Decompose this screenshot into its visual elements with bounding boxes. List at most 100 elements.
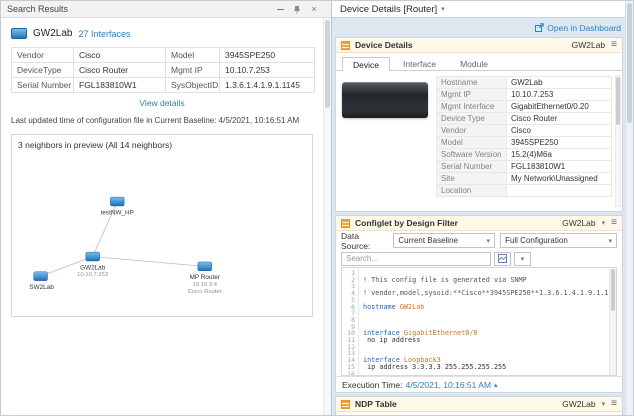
prop-row: SiteMy Network\Unassigned xyxy=(437,173,612,185)
export-button[interactable] xyxy=(494,252,511,266)
prop-row: Mgmt InterfaceGigabitEthernet0/0.20 xyxy=(437,101,612,113)
panel-title: Search Results xyxy=(7,4,68,14)
right-scrollbar-track xyxy=(625,1,633,415)
summary-label: SysObjectID xyxy=(166,78,220,93)
tab-interface[interactable]: Interface xyxy=(392,56,447,70)
chevron-up-icon[interactable]: ▴ xyxy=(494,381,498,389)
topology-node[interactable]: SW2Lab xyxy=(29,272,54,291)
prop-label: Mgmt IP xyxy=(437,89,507,101)
left-scrollbar-thumb[interactable] xyxy=(325,20,330,108)
device-details-panel: Device Details [Router] ▾ Open in Dashbo… xyxy=(332,1,633,415)
node-sublabel: Cisco Router xyxy=(188,289,222,295)
widget-header: NDP Table GW2Lab ▾ ≡ xyxy=(336,397,622,412)
ndp-table-body xyxy=(336,412,622,415)
widget-header: Configlet by Design Filter GW2Lab ▾ ≡ xyxy=(336,216,622,231)
prop-label: Device Type xyxy=(437,113,507,125)
minimize-icon[interactable] xyxy=(275,4,285,14)
device-props-body: HostnameGW2LabMgmt IP10.10.7.253Mgmt Int… xyxy=(437,77,612,197)
summary-value: 3945SPE250 xyxy=(220,48,315,63)
prop-label: Site xyxy=(437,173,507,185)
props-scrollbar-track xyxy=(615,75,621,207)
props-scrollbar-thumb[interactable] xyxy=(616,77,620,125)
summary-row: VendorCiscoModel3945SPE250 xyxy=(12,48,315,63)
code-line xyxy=(363,344,606,351)
summary-label: Serial Number xyxy=(12,78,74,93)
device-details-widget: Device Details GW2Lab ≡ Device Interface… xyxy=(335,37,623,212)
line-number: 16 xyxy=(342,371,355,376)
summary-label: Model xyxy=(166,48,220,63)
tab-module[interactable]: Module xyxy=(449,56,499,70)
prop-label: Vendor xyxy=(437,125,507,137)
summary-table-body: VendorCiscoModel3945SPE250DeviceTypeCisc… xyxy=(12,48,315,93)
topology-node[interactable]: testNW_HP xyxy=(101,197,134,216)
configlet-widget: Configlet by Design Filter GW2Lab ▾ ≡ Da… xyxy=(335,215,623,393)
widget-device-label: GW2Lab xyxy=(572,40,606,50)
prop-value: Cisco Router xyxy=(507,113,612,125)
prop-value: Cisco xyxy=(507,125,612,137)
code-gutter: 12345678910111213141516 xyxy=(342,268,359,375)
close-icon[interactable]: × xyxy=(309,4,319,14)
open-in-dashboard-link[interactable]: Open in Dashboard xyxy=(535,23,621,33)
prop-row: Software Version15.2(4)M6a xyxy=(437,149,612,161)
summary-value: Cisco Router xyxy=(74,63,166,78)
chevron-down-icon: ▾ xyxy=(609,237,613,245)
widget-device-label: GW2Lab xyxy=(562,218,596,228)
chevron-down-icon[interactable]: ▾ xyxy=(441,5,445,13)
widget-device-label: GW2Lab xyxy=(562,399,596,409)
prop-row: Model3945SPE250 xyxy=(437,137,612,149)
data-source-select[interactable]: Current Baseline ▾ xyxy=(393,233,495,248)
right-scrollbar-thumb[interactable] xyxy=(627,3,632,123)
prop-row: Device TypeCisco Router xyxy=(437,113,612,125)
config-editor[interactable]: 12345678910111213141516 ! This config fi… xyxy=(341,267,617,376)
menu-icon[interactable]: ≡ xyxy=(611,218,617,228)
code-line xyxy=(363,371,606,375)
prop-label: Location xyxy=(437,185,507,197)
summary-row: Serial NumberFGL183810W1SysObjectID1.3.6… xyxy=(12,78,315,93)
topology-node[interactable]: GW2Lab 10.10.7.253 xyxy=(77,252,109,278)
search-options-button[interactable]: ▾ xyxy=(514,252,531,266)
node-label: GW2Lab xyxy=(80,264,106,271)
interfaces-link[interactable]: 27 Interfaces xyxy=(78,29,130,39)
pin-icon[interactable] xyxy=(292,4,302,14)
execution-time-link[interactable]: 4/5/2021, 10:16:51 AM xyxy=(405,380,491,390)
widget-grip-icon xyxy=(341,41,350,50)
menu-icon[interactable]: ≡ xyxy=(611,399,617,409)
neighbor-topology-map[interactable]: testNW_HP GW2Lab 10.10.7.253 SW2Lab xyxy=(18,152,306,312)
device-details-header-bar[interactable]: Device Details [Router] ▾ xyxy=(332,1,633,18)
chevron-down-icon[interactable]: ▾ xyxy=(602,219,606,227)
summary-value: 1.3.6.1.4.1.9.1.1145 xyxy=(220,78,315,93)
external-link-icon xyxy=(535,23,544,32)
topology-node[interactable]: MP Router 10.10.3.4 Cisco Router xyxy=(188,262,222,295)
menu-icon[interactable]: ≡ xyxy=(611,40,617,50)
widget-header: Device Details GW2Lab ≡ xyxy=(336,38,622,53)
code-line: ip address 3.3.3.3 255.255.255.255 xyxy=(363,364,606,371)
result-device-row: GW2Lab 27 Interfaces xyxy=(11,28,313,39)
code-scrollbar-track xyxy=(609,268,616,375)
summary-row: DeviceTypeCisco RouterMgmt IP10.10.7.253 xyxy=(12,63,315,78)
prop-row: Serial NumberFGL183810W1 xyxy=(437,161,612,173)
prop-value: 15.2(4)M6a xyxy=(507,149,612,161)
chevron-down-icon[interactable]: ▾ xyxy=(602,400,606,408)
widget-grip-icon xyxy=(341,219,350,228)
prop-label: Serial Number xyxy=(437,161,507,173)
summary-label: Mgmt IP xyxy=(166,63,220,78)
tab-device[interactable]: Device xyxy=(342,57,390,71)
prop-value: GW2Lab xyxy=(507,77,612,89)
prop-value xyxy=(507,185,612,197)
search-input[interactable] xyxy=(341,252,491,266)
search-results-header: Search Results × xyxy=(1,1,331,18)
summary-value: FGL183810W1 xyxy=(74,78,166,93)
prop-value: FGL183810W1 xyxy=(507,161,612,173)
device-details-body: HostnameGW2LabMgmt IP10.10.7.253Mgmt Int… xyxy=(336,71,622,211)
topology-link[interactable] xyxy=(93,257,205,267)
config-search-row: ▾ xyxy=(336,250,622,267)
chevron-down-icon: ▾ xyxy=(487,237,491,245)
neighbor-preview-box: 3 neighbors in preview (All 14 neighbors… xyxy=(11,134,313,317)
view-details-link[interactable]: View details xyxy=(139,98,184,108)
router-icon xyxy=(11,28,27,39)
code-scrollbar-thumb[interactable] xyxy=(611,269,615,311)
prop-value: My Network\Unassigned xyxy=(507,173,612,185)
config-scope-select[interactable]: Full Configuration ▾ xyxy=(500,233,617,248)
prop-row: Location xyxy=(437,185,612,197)
code-line xyxy=(363,310,606,317)
